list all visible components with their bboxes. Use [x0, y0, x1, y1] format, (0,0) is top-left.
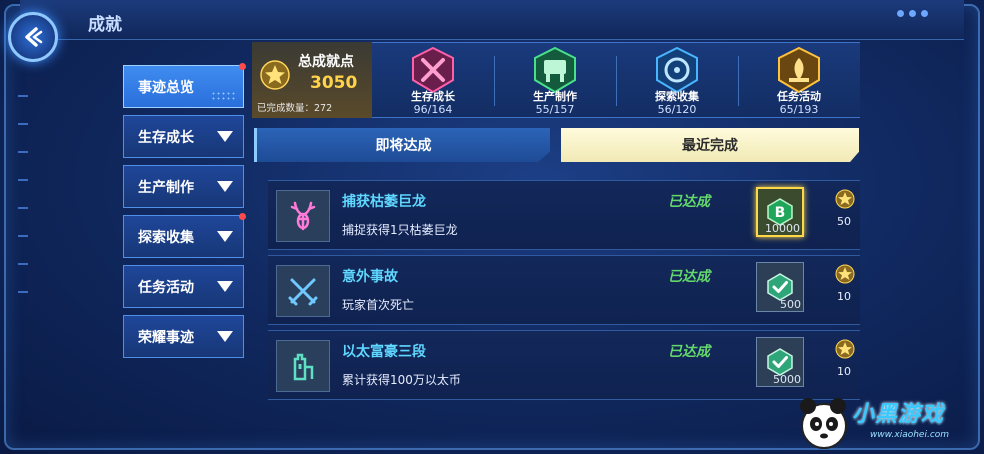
category-progress: 96/164	[413, 103, 453, 116]
scroll-icon	[778, 46, 820, 94]
category-name: 任务活动	[777, 90, 821, 103]
sidebar-item-crafting[interactable]: 生产制作	[123, 165, 244, 208]
achievement-desc: 玩家首次死亡	[342, 298, 415, 312]
crossed-swords-icon	[288, 278, 318, 306]
castle-tower-icon	[293, 353, 314, 381]
sidebar-item-glory[interactable]: 荣耀事迹	[123, 315, 244, 358]
sidebar-item-label: 生产制作	[138, 179, 194, 196]
category-exploration[interactable]: 探索收集 56/120	[616, 42, 738, 118]
achievement-row[interactable]: 以太富豪三段 累计获得100万以太币 已达成 5000 10	[268, 330, 860, 400]
reward-item[interactable]: B 10000	[756, 187, 804, 237]
achievement-desc: 累计获得100万以太币	[342, 373, 461, 387]
star-medal-icon	[835, 189, 855, 209]
sidebar-item-label: 事迹总览	[138, 79, 194, 96]
sidebar-item-survival[interactable]: 生存成长	[123, 115, 244, 158]
reward-amount: 10000	[765, 222, 800, 235]
achievement-status: 已达成	[668, 194, 710, 210]
total-points-value: 3050	[310, 73, 358, 93]
achievement-points: 10	[837, 290, 851, 303]
star-medal-icon	[835, 339, 855, 359]
achievement-row[interactable]: 意外事故 玩家首次死亡 已达成 500 10	[268, 255, 860, 325]
deer-antler-icon	[290, 201, 316, 231]
crossed-swords-icon	[412, 46, 454, 94]
tab-upcoming[interactable]: 即将达成	[254, 128, 550, 162]
svg-text:B: B	[775, 205, 786, 221]
sidebar-item-label: 任务活动	[138, 279, 194, 296]
category-progress: 55/157	[535, 103, 575, 116]
category-name: 生产制作	[533, 90, 577, 103]
tab-recent[interactable]: 最近完成	[561, 128, 859, 162]
achievement-desc: 捕捉获得1只枯萎巨龙	[342, 223, 458, 237]
sidebar-item-exploration[interactable]: 探索收集	[123, 213, 246, 258]
sidebar-item-overview[interactable]: 事迹总览	[123, 63, 246, 108]
category-name: 生存成长	[411, 90, 455, 103]
watermark-text: 小黑游戏	[852, 402, 945, 427]
category-name: 探索收集	[655, 90, 699, 103]
completed-count: 已完成数量：272	[257, 103, 333, 114]
category-quests[interactable]: 任务活动 65/193	[738, 42, 860, 118]
achievement-icon	[276, 190, 330, 242]
watermark-url: www.xiaohei.com	[870, 430, 950, 440]
back-button[interactable]	[8, 12, 58, 62]
total-points-label: 总成就点	[298, 54, 354, 70]
top-bar: 成就	[20, 0, 964, 40]
star-medal-icon	[835, 264, 855, 284]
sidebar-item-label: 荣耀事迹	[138, 329, 194, 346]
achievement-icon	[276, 340, 330, 392]
dropdown-arrow-icon	[217, 281, 233, 292]
achievement-list[interactable]: 捕获枯萎巨龙 捕捉获得1只枯萎巨龙 已达成 B 10000 50 意外事故 玩家…	[254, 170, 860, 406]
sidebar-item-quests[interactable]: 任务活动	[123, 265, 244, 308]
back-arrow-icon	[25, 27, 43, 47]
category-progress: 56/120	[657, 103, 697, 116]
sparkle-decoration	[211, 91, 235, 101]
achievement-title: 意外事故	[342, 269, 398, 285]
workbench-icon	[534, 46, 576, 94]
achievement-title: 捕获枯萎巨龙	[342, 194, 426, 210]
notification-dot	[239, 213, 246, 220]
dropdown-arrow-icon	[217, 131, 233, 142]
reward-amount: 5000	[773, 373, 801, 386]
menu-dots-icon[interactable]	[897, 10, 928, 17]
sidebar-item-label: 生存成长	[138, 129, 194, 146]
reward-item[interactable]: 500	[756, 262, 804, 312]
dropdown-arrow-icon	[217, 331, 233, 342]
achievement-status: 已达成	[668, 344, 710, 360]
star-medal-icon	[260, 60, 290, 90]
side-decoration	[18, 95, 28, 319]
category-crafting[interactable]: 生产制作 55/157	[494, 42, 616, 118]
category-summary: 生存成长 96/164 生产制作 55/157 探索收集 56/120 任务活动…	[372, 42, 860, 118]
compass-icon	[656, 46, 698, 94]
achievement-icon	[276, 265, 330, 317]
reward-amount: 500	[780, 298, 801, 311]
notification-dot	[239, 63, 246, 70]
achievement-points: 50	[837, 215, 851, 228]
category-survival[interactable]: 生存成长 96/164	[372, 42, 494, 118]
category-sidebar: 事迹总览 生存成长 生产制作 探索收集 任务活动 荣耀事迹	[123, 63, 246, 365]
achievement-row[interactable]: 捕获枯萎巨龙 捕捉获得1只枯萎巨龙 已达成 B 10000 50	[268, 180, 860, 250]
achievement-title: 以太富豪三段	[342, 344, 426, 360]
achievement-points: 10	[837, 365, 851, 378]
sidebar-item-label: 探索收集	[138, 229, 194, 246]
category-progress: 65/193	[779, 103, 819, 116]
total-points-panel: 总成就点 3050 已完成数量：272	[252, 42, 372, 118]
achievement-status: 已达成	[668, 269, 710, 285]
dropdown-arrow-icon	[217, 231, 233, 242]
reward-item[interactable]: 5000	[756, 337, 804, 387]
dropdown-arrow-icon	[217, 181, 233, 192]
page-title: 成就	[88, 15, 122, 35]
